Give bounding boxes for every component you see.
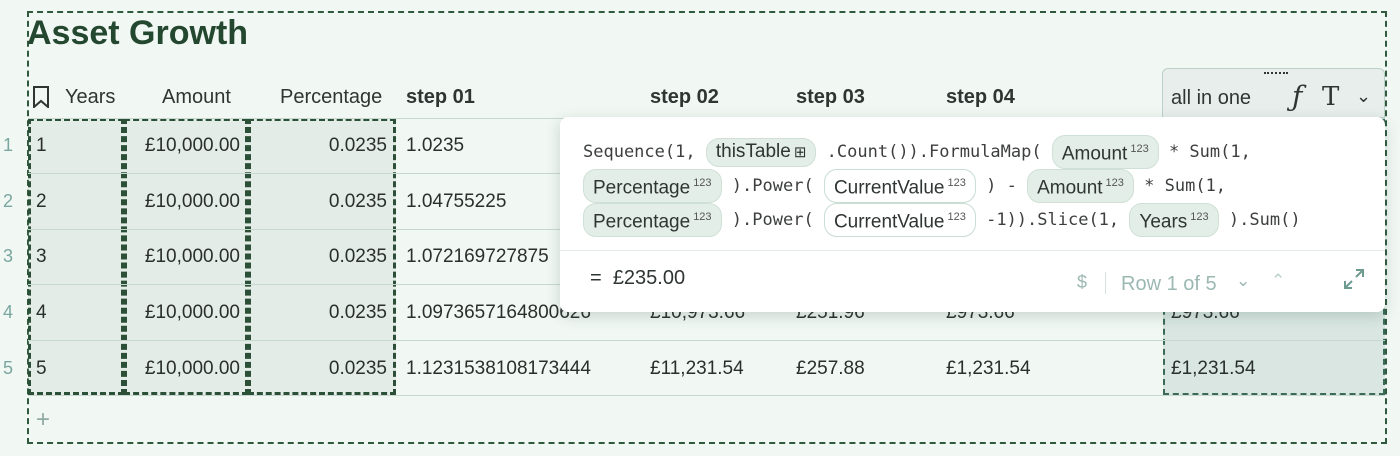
formula-token: ).Sum()	[1228, 210, 1301, 230]
add-row-button[interactable]: +	[36, 406, 50, 434]
cell-step-04[interactable]: £1,231.54	[946, 358, 1031, 380]
formula-result: = £235.00	[590, 267, 685, 290]
table-icon: ⊞	[793, 143, 807, 161]
function-icon[interactable]: ƒ	[1292, 80, 1302, 113]
result-prefix: =	[590, 267, 602, 289]
formula-chip-label: thisTable	[715, 140, 791, 162]
formula-chip-percentage[interactable]: Percentage 123	[583, 203, 722, 237]
formula-chip-label: CurrentValue	[833, 211, 945, 233]
formula-chip-amount[interactable]: Amount 123	[1027, 169, 1134, 203]
row-indicator: Row 1 of 5	[1121, 273, 1217, 295]
formula-token: ) -	[986, 176, 1017, 196]
number-type-badge: 123	[693, 177, 712, 190]
formula-chip-label: Percentage	[593, 211, 691, 233]
formula-token: Sequence(1,	[583, 142, 696, 162]
chevron-down-icon[interactable]: ⌄	[1236, 271, 1250, 291]
column-header-step-04[interactable]: step 04	[946, 86, 1015, 109]
cell-step-01[interactable]: 1.072169727875	[406, 246, 549, 268]
text-format-icon[interactable]: T	[1322, 82, 1339, 112]
cell-amount[interactable]: £10,000.00	[126, 191, 240, 213]
formula-token: .Count()).FormulaMap(	[826, 142, 1042, 162]
column-header-step-03[interactable]: step 03	[796, 86, 865, 109]
cell-percentage[interactable]: 0.0235	[250, 358, 387, 380]
formula-chip-label: Percentage	[593, 177, 691, 199]
cell-percentage[interactable]: 0.0235	[250, 191, 387, 213]
drag-handle-icon[interactable]	[1264, 72, 1288, 78]
cell-years[interactable]: 5	[36, 358, 47, 380]
column-header-all-in-one-label: all in one	[1171, 87, 1252, 109]
cell-step-01[interactable]: 1.1231538108173444	[406, 358, 591, 380]
cell-step-01[interactable]: 1.04755225	[406, 191, 506, 213]
formula-token: * Sum(1,	[1168, 142, 1251, 162]
column-header-years[interactable]: Years	[65, 86, 115, 109]
row-number[interactable]: 2	[3, 191, 19, 212]
page-title: Asset Growth	[27, 14, 249, 52]
column-header-percentage[interactable]: Percentage	[280, 86, 382, 109]
cell-percentage[interactable]: 0.0235	[250, 135, 387, 157]
formula-chip-this-table[interactable]: thisTable ⊞	[705, 137, 817, 167]
chevron-down-icon[interactable]: ⌄	[1356, 86, 1371, 107]
row-divider	[28, 340, 1385, 341]
row-number[interactable]: 1	[3, 135, 19, 156]
row-number[interactable]: 5	[3, 358, 19, 379]
cell-percentage[interactable]: 0.0235	[250, 246, 387, 268]
cell-amount[interactable]: £10,000.00	[126, 246, 240, 268]
formula-chip-label: Amount	[1037, 177, 1103, 199]
number-type-badge: 123	[1105, 177, 1124, 190]
formula-chip-label: Years	[1139, 211, 1188, 233]
cell-amount[interactable]: £10,000.00	[126, 135, 240, 157]
cell-years[interactable]: 2	[36, 191, 47, 213]
cell-step-03[interactable]: £257.88	[796, 358, 865, 380]
cell-amount[interactable]: £10,000.00	[126, 302, 240, 324]
formula-token: ).Power(	[731, 210, 814, 230]
formula-chip-amount[interactable]: Amount 123	[1051, 135, 1159, 169]
formula-chip-percentage[interactable]: Percentage 123	[583, 169, 722, 203]
result-value: £235.00	[612, 267, 686, 289]
formula-token: * Sum(1,	[1144, 176, 1227, 196]
cell-step-01[interactable]: 1.0235	[406, 135, 464, 157]
chevron-up-icon[interactable]: ⌃	[1271, 271, 1285, 291]
formula-token: -1)).Slice(1,	[986, 210, 1120, 230]
formula-text[interactable]: Sequence(1, thisTable ⊞ .Count()).Formula…	[583, 135, 1363, 237]
expand-icon[interactable]	[1342, 267, 1366, 291]
row-number[interactable]: 4	[3, 302, 19, 323]
cell-all-in-one[interactable]: £1,231.54	[1171, 358, 1256, 380]
popup-divider	[560, 250, 1385, 251]
number-type-badge: 123	[1130, 143, 1149, 156]
column-header-step-02[interactable]: step 02	[650, 86, 719, 109]
formula-editor-popup[interactable]: Sequence(1, thisTable ⊞ .Count()).Formula…	[560, 117, 1385, 312]
formula-chip-label: Amount	[1061, 143, 1128, 165]
cell-percentage[interactable]: 0.0235	[250, 302, 387, 324]
cell-years[interactable]: 3	[36, 246, 47, 268]
formula-token: ).Power(	[731, 176, 814, 196]
number-type-badge: 123	[693, 211, 712, 224]
formula-chip-current-value[interactable]: CurrentValue 123	[823, 203, 976, 237]
column-header-amount[interactable]: Amount	[162, 86, 231, 109]
row-divider	[28, 395, 1385, 396]
number-type-badge: 123	[947, 177, 966, 190]
formula-chip-label: CurrentValue	[833, 177, 945, 199]
cell-years[interactable]: 1	[36, 135, 47, 157]
currency-format-icon[interactable]: $	[1077, 272, 1087, 293]
formula-chip-current-value[interactable]: CurrentValue 123	[823, 169, 976, 203]
cell-step-02[interactable]: £11,231.54	[650, 358, 744, 380]
formula-chip-years[interactable]: Years 123	[1129, 203, 1219, 237]
cell-years[interactable]: 4	[36, 302, 47, 324]
number-type-badge: 123	[947, 211, 966, 224]
toolbar-separator	[1105, 272, 1106, 294]
column-header-step-01[interactable]: step 01	[406, 86, 475, 109]
cell-amount[interactable]: £10,000.00	[126, 358, 240, 380]
bookmark-icon[interactable]	[33, 86, 49, 108]
row-number[interactable]: 3	[3, 246, 19, 267]
number-type-badge: 123	[1190, 211, 1209, 224]
